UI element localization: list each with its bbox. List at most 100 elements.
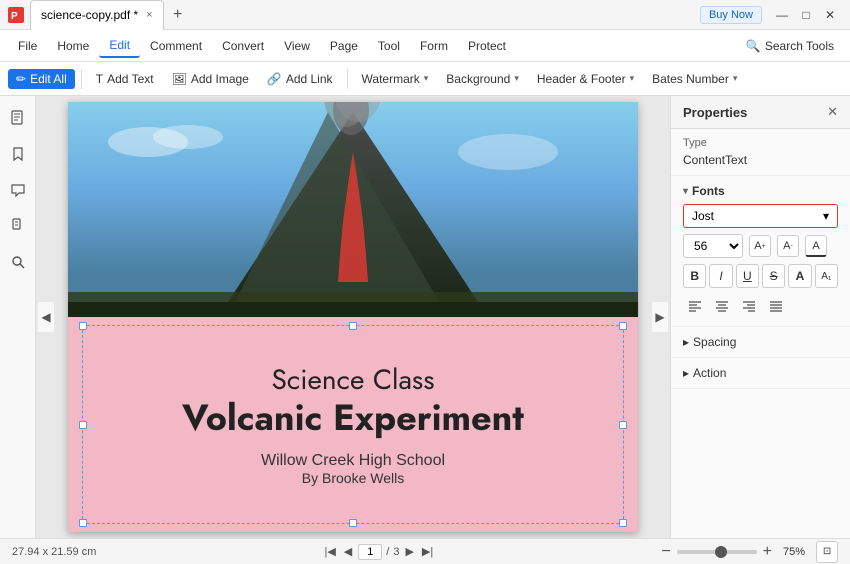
volcano-image xyxy=(68,102,638,317)
maximize-btn[interactable]: □ xyxy=(794,3,818,27)
align-left-btn[interactable] xyxy=(683,294,707,318)
edit-all-btn[interactable]: ✏ Edit All xyxy=(8,69,75,89)
rotation-handle[interactable] xyxy=(349,322,357,330)
subscript-btn[interactable]: A₁ xyxy=(815,264,838,288)
font-dropdown[interactable]: Jost ▾ xyxy=(683,204,838,228)
sidebar-search-icon[interactable] xyxy=(4,248,32,276)
fonts-toggle[interactable]: ▾ xyxy=(683,186,688,197)
align-center-btn[interactable] xyxy=(710,294,734,318)
handle-br[interactable] xyxy=(619,519,627,527)
handle-tm[interactable] xyxy=(349,322,357,330)
fonts-header: ▾ Fonts xyxy=(683,184,838,198)
search-tools-btn[interactable]: 🔍 Search Tools xyxy=(738,36,842,56)
handle-bl[interactable] xyxy=(79,519,87,527)
buy-now-label: Buy Now xyxy=(709,9,753,21)
handle-tl[interactable] xyxy=(79,322,87,330)
type-section: Type ContentText xyxy=(671,129,850,176)
tab-close-btn[interactable]: × xyxy=(146,9,152,21)
spacing-label: Spacing xyxy=(693,335,736,349)
align-right-btn[interactable] xyxy=(737,294,761,318)
canvas-area[interactable]: ◀ xyxy=(36,96,670,538)
zoom-out-btn[interactable]: − xyxy=(661,544,670,560)
left-sidebar xyxy=(0,96,36,538)
zoom-slider[interactable] xyxy=(677,550,757,554)
action-section[interactable]: ▸ Action xyxy=(671,358,850,389)
next-page-btn[interactable]: ▶ xyxy=(403,545,415,558)
app-icon: P xyxy=(8,7,24,23)
font-color-format-btn[interactable]: A xyxy=(788,264,811,288)
sidebar-attachment-icon[interactable] xyxy=(4,212,32,240)
strikethrough-btn[interactable]: S xyxy=(762,264,785,288)
zoom-in-btn[interactable]: + xyxy=(763,544,772,560)
align-justify-btn[interactable] xyxy=(764,294,788,318)
handle-mr[interactable] xyxy=(619,421,627,429)
fonts-section: ▾ Fonts Jost ▾ 56 A+ A- A B I U S A xyxy=(671,176,850,327)
page-nav-left[interactable]: ◀ xyxy=(38,302,54,332)
font-size-row: 56 A+ A- A xyxy=(683,234,838,258)
last-page-btn[interactable]: ▶| xyxy=(420,545,435,558)
background-btn[interactable]: Background ▾ xyxy=(438,69,527,89)
font-color-btn[interactable]: A xyxy=(805,235,827,257)
menubar: File Home Edit Comment Convert View Page… xyxy=(0,30,850,62)
prev-page-btn[interactable]: ◀ xyxy=(342,545,354,558)
link-icon: 🔗 xyxy=(267,72,282,86)
handle-ml[interactable] xyxy=(79,421,87,429)
background-label: Background xyxy=(446,72,510,86)
svg-text:P: P xyxy=(11,11,18,22)
menu-view[interactable]: View xyxy=(274,35,320,57)
total-pages: 3 xyxy=(393,546,399,558)
add-image-label: Add Image xyxy=(191,72,249,86)
panel-close-btn[interactable]: ✕ xyxy=(827,104,838,120)
first-page-btn[interactable]: |◀ xyxy=(322,545,337,558)
volcanic-text[interactable]: Volcanic Experiment xyxy=(182,397,524,440)
bold-btn[interactable]: B xyxy=(683,264,706,288)
zoom-level: 75% xyxy=(778,546,810,558)
menu-file[interactable]: File xyxy=(8,35,47,57)
handle-bm[interactable] xyxy=(349,519,357,527)
current-tab[interactable]: science-copy.pdf * × xyxy=(30,0,164,30)
add-text-btn[interactable]: T Add Text xyxy=(88,69,162,89)
menu-protect[interactable]: Protect xyxy=(458,35,516,57)
bates-number-btn[interactable]: Bates Number ▾ xyxy=(644,69,745,89)
watermark-btn[interactable]: Watermark ▾ xyxy=(354,69,437,89)
properties-panel: Properties ✕ Type ContentText ▾ Fonts Jo… xyxy=(670,96,850,538)
buy-now-btn[interactable]: Buy Now xyxy=(700,6,762,24)
type-value: ContentText xyxy=(683,153,838,167)
sidebar-bookmark-icon[interactable] xyxy=(4,140,32,168)
add-tab-btn[interactable]: + xyxy=(166,3,190,27)
page-dimensions: 27.94 x 21.59 cm xyxy=(12,546,96,558)
sidebar-pages-icon[interactable] xyxy=(4,104,32,132)
menu-comment[interactable]: Comment xyxy=(140,35,212,57)
handle-tr[interactable] xyxy=(619,322,627,330)
header-footer-btn[interactable]: Header & Footer ▾ xyxy=(529,69,642,89)
menu-page[interactable]: Page xyxy=(320,35,368,57)
menu-edit[interactable]: Edit xyxy=(99,34,140,58)
italic-btn[interactable]: I xyxy=(709,264,732,288)
minimize-btn[interactable]: — xyxy=(770,3,794,27)
underline-btn[interactable]: U xyxy=(736,264,759,288)
spacing-section[interactable]: ▸ Spacing xyxy=(671,327,850,358)
fit-page-btn[interactable]: ⊡ xyxy=(816,541,838,563)
menu-convert[interactable]: Convert xyxy=(212,35,274,57)
panel-header: Properties ✕ xyxy=(671,96,850,129)
menu-home[interactable]: Home xyxy=(47,35,99,57)
zoom-thumb xyxy=(715,546,727,558)
font-size-select[interactable]: 56 xyxy=(683,234,743,258)
close-btn[interactable]: ✕ xyxy=(818,3,842,27)
image-icon: 🖼 xyxy=(172,72,187,86)
font-size-decrease-btn[interactable]: A- xyxy=(777,235,799,257)
add-text-label: Add Text xyxy=(107,72,153,86)
add-link-btn[interactable]: 🔗 Add Link xyxy=(259,69,341,89)
menu-form[interactable]: Form xyxy=(410,35,458,57)
align-row xyxy=(683,294,838,318)
page-nav-right[interactable]: ▶ xyxy=(652,302,668,332)
menu-tool[interactable]: Tool xyxy=(368,35,410,57)
sidebar-comment-icon[interactable] xyxy=(4,176,32,204)
spacing-toggle: ▸ xyxy=(683,335,689,349)
toolbar-divider-1 xyxy=(81,69,82,89)
titlebar: P science-copy.pdf * × + Buy Now — □ ✕ xyxy=(0,0,850,30)
add-image-btn[interactable]: 🖼 Add Image xyxy=(164,69,257,89)
action-label: Action xyxy=(693,366,726,380)
current-page-input[interactable] xyxy=(358,544,382,560)
font-size-increase-btn[interactable]: A+ xyxy=(749,235,771,257)
